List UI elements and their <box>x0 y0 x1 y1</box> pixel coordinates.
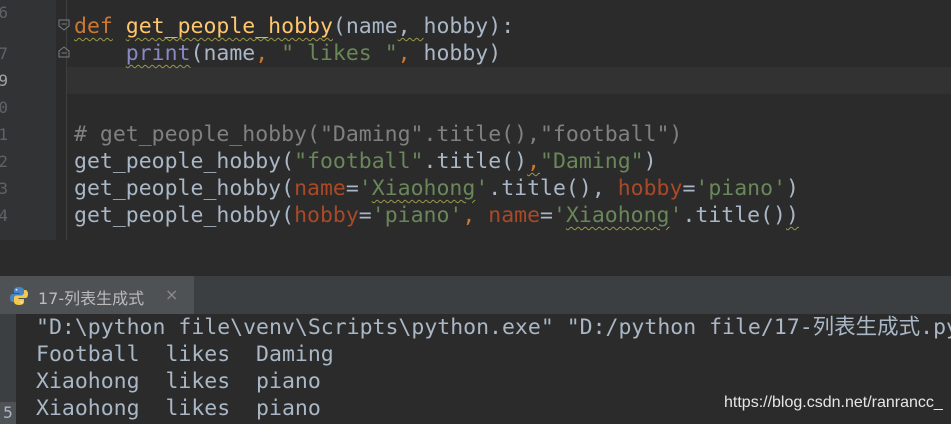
string: "football" <box>294 149 424 174</box>
equals: = <box>682 176 696 201</box>
string: " likes " <box>281 41 398 66</box>
quote: ' <box>552 203 566 228</box>
console-line: Xiaohong likes piano <box>36 396 321 421</box>
code-line[interactable]: get_people_hobby("football".title(),"Dam… <box>74 148 657 175</box>
line-number: 2 <box>0 152 8 171</box>
paren: ( <box>190 41 204 66</box>
keyword-arg: name <box>488 203 541 228</box>
console-line: Football likes Daming <box>36 342 334 367</box>
line-number: 7 <box>0 44 8 63</box>
string: 'piano' <box>371 203 463 228</box>
builtin-print: print <box>125 41 191 66</box>
run-tab-bar: 17-列表生成式 × <box>0 276 951 315</box>
quote: ' <box>669 203 683 228</box>
fold-start-icon[interactable] <box>58 19 70 31</box>
string: Xiaohong <box>565 203 670 228</box>
paren: ( <box>332 14 346 39</box>
line-number: 3 <box>0 179 8 198</box>
arg: name <box>203 41 256 66</box>
python-icon <box>10 287 28 305</box>
panel-divider <box>0 240 951 276</box>
call: get_people_hobby( <box>74 149 295 174</box>
close-icon[interactable]: × <box>165 285 178 304</box>
keyword-arg: hobby <box>617 176 683 201</box>
tab-label: 17-列表生成式 <box>38 289 145 308</box>
string: 'piano' <box>695 176 787 201</box>
paren: ) <box>786 203 799 228</box>
keyword-arg: name <box>294 176 346 201</box>
gutter-divider <box>66 0 67 240</box>
watermark: https://blog.csdn.net/ranrancc_ <box>724 394 943 411</box>
line-number: 9 <box>0 71 8 90</box>
line-number-gutter: 6 7 9 0 1 2 3 4 <box>0 0 56 240</box>
code-editor[interactable]: 6 7 9 0 1 2 3 4 def get_people_hobby(nam… <box>0 0 951 240</box>
separator: , <box>397 14 424 39</box>
current-line-highlight <box>67 67 951 94</box>
separator: , <box>255 41 282 66</box>
param: hobby <box>423 14 489 39</box>
call: get_people_hobby( <box>74 203 295 228</box>
paren: ) <box>643 149 657 174</box>
separator: , <box>527 149 541 174</box>
fold-end-icon[interactable] <box>58 46 70 58</box>
code-line[interactable]: get_people_hobby(hobby='piano', name='Xi… <box>74 202 799 229</box>
line-number: 1 <box>0 125 8 144</box>
equals: = <box>540 203 553 228</box>
separator: , <box>462 203 489 228</box>
paren: ) <box>786 176 799 201</box>
console-gutter-number: 5 <box>0 402 16 424</box>
comment-line[interactable]: # get_people_hobby("Daming".title(),"foo… <box>74 121 682 148</box>
quote: ' <box>358 176 372 201</box>
method: .title() <box>682 203 787 228</box>
keyword-arg: hobby <box>294 203 359 228</box>
string: Xiaohong <box>371 176 476 201</box>
console-line: "D:\python file\venv\Scripts\python.exe"… <box>36 315 951 340</box>
line-number: 6 <box>0 3 8 22</box>
keyword: def <box>74 14 113 39</box>
param: name <box>345 14 398 39</box>
tab-run-config[interactable]: 17-列表生成式 × <box>0 276 194 314</box>
quote: ' <box>475 176 489 201</box>
separator: , <box>397 41 424 66</box>
console-line: Xiaohong likes piano <box>36 369 321 394</box>
paren: ): <box>488 14 515 39</box>
call: get_people_hobby( <box>74 176 295 201</box>
line-number: 4 <box>0 206 8 225</box>
paren: ) <box>488 41 502 66</box>
string: "Daming" <box>540 149 644 174</box>
code-line[interactable]: print(name, " likes ", hobby) <box>74 40 501 67</box>
code-line[interactable]: def get_people_hobby(name, hobby): <box>74 13 514 40</box>
equals: = <box>345 176 359 201</box>
arg: hobby <box>423 41 489 66</box>
function-name: get_people_hobby <box>125 14 333 39</box>
equals: = <box>358 203 372 228</box>
method: .title() <box>423 149 528 174</box>
method: .title(), <box>488 176 618 201</box>
code-line[interactable]: get_people_hobby(name='Xiaohong'.title()… <box>74 175 799 202</box>
line-number: 0 <box>0 98 8 117</box>
